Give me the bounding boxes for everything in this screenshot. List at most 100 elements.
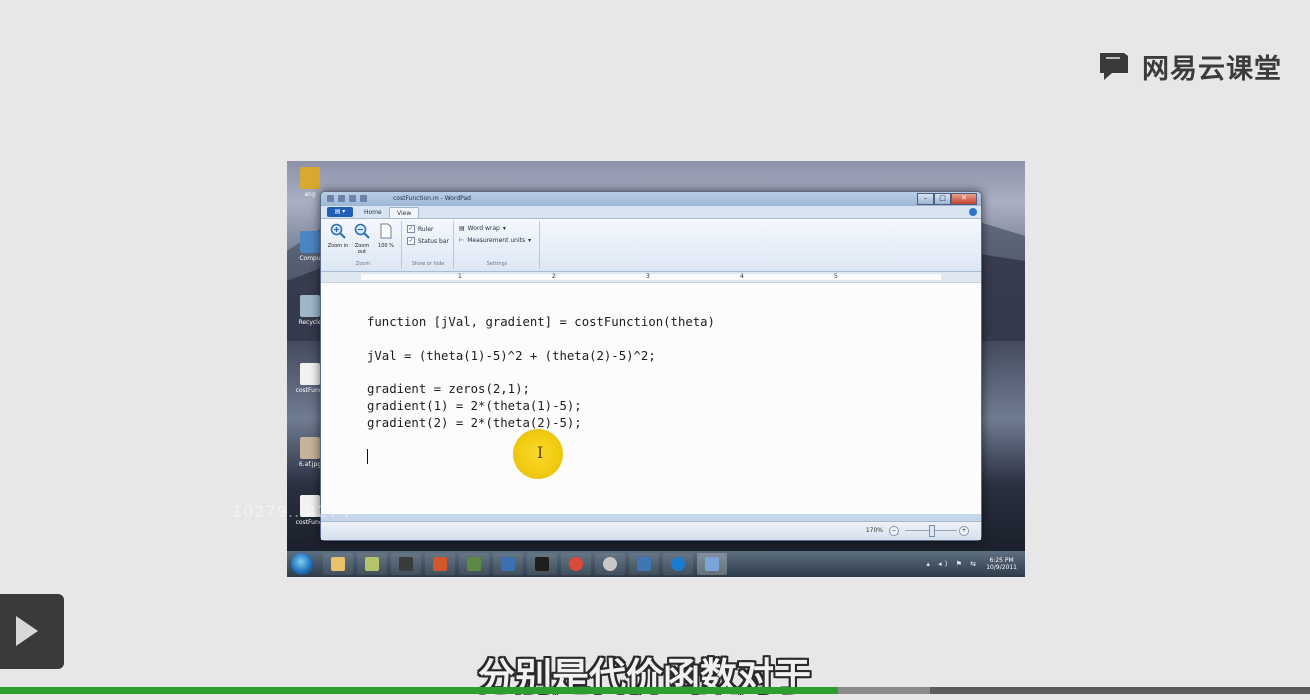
tab-home[interactable]: Home	[357, 207, 389, 218]
notes-icon	[365, 557, 379, 571]
measurement-units-dropdown[interactable]: ⊢ Measurement units ▾	[459, 237, 531, 244]
taskbar-powerpoint[interactable]	[425, 553, 455, 575]
video-progress-bar[interactable]	[0, 687, 1310, 694]
redo-icon[interactable]	[360, 195, 367, 202]
word-wrap-icon: ▤	[459, 225, 465, 232]
ribbon-tabs: ▤ ▾ Home View	[321, 206, 981, 219]
document-icon	[300, 363, 320, 385]
taskbar-chrome[interactable]	[561, 553, 591, 575]
code-line: function [jVal, gradient] = costFunction…	[367, 315, 715, 329]
checkmark-icon: ✓	[407, 237, 415, 245]
wordpad-window: costFunction.m - WordPad – □ ✕ ▤ ▾ Home …	[320, 191, 982, 541]
chat-bubble-icon	[1098, 51, 1132, 81]
recycle-bin-icon	[300, 295, 320, 317]
chevron-down-icon: ▾	[502, 225, 506, 232]
settings-group: ▤ Word wrap ▾ ⊢ Measurement units ▾ Sett…	[455, 221, 540, 269]
code-line: gradient(1) = 2*(theta(1)-5);	[367, 399, 582, 413]
powerpoint-icon	[433, 557, 447, 571]
network-icon	[501, 557, 515, 571]
ribbon: Zoom in Zoom out 100 % Zoom ✓ Ruler ✓ St…	[321, 218, 981, 272]
taskbar-explorer[interactable]	[323, 553, 353, 575]
clock-date: 10/9/2011	[986, 564, 1017, 571]
printer-icon	[535, 557, 549, 571]
wordpad-icon	[705, 557, 719, 571]
zoom-out-button[interactable]: Zoom out	[351, 223, 373, 255]
status-bar-checkbox[interactable]: ✓ Status bar	[407, 237, 449, 245]
zoom-out-icon	[354, 223, 370, 239]
chrome-icon	[569, 557, 583, 571]
taskbar-app-6[interactable]	[493, 553, 523, 575]
zoom-in-status-button[interactable]: +	[959, 526, 969, 536]
ruler-number: 2	[552, 273, 556, 280]
chevron-down-icon: ▾	[528, 237, 532, 244]
terminal-icon	[399, 557, 413, 571]
ruler-icon: ⊢	[459, 237, 465, 244]
zoom-slider-thumb[interactable]	[929, 525, 935, 537]
computer-icon	[300, 231, 320, 253]
taskbar-python[interactable]	[629, 553, 659, 575]
ruler-number: 1	[458, 273, 462, 280]
taskbar-app-7[interactable]	[527, 553, 557, 575]
page-icon	[380, 223, 392, 239]
zoom-100-button[interactable]: 100 %	[375, 223, 397, 249]
start-button[interactable]	[291, 553, 313, 575]
video-player[interactable]: ang Compu Recycle costFunct 6.af.jpg cos…	[287, 161, 1025, 577]
checkmark-icon: ✓	[407, 225, 415, 233]
code-line: jVal = (theta(1)-5)^2 + (theta(2)-5)^2;	[367, 349, 656, 363]
taskbar-app-11[interactable]	[663, 553, 693, 575]
app-menu-icon[interactable]	[327, 195, 334, 202]
window-controls: – □ ✕	[917, 193, 977, 205]
play-icon	[16, 616, 38, 646]
ruler-checkbox[interactable]: ✓ Ruler	[407, 225, 434, 233]
ruler-band	[361, 274, 941, 280]
undo-icon[interactable]	[349, 195, 356, 202]
show-hide-group: ✓ Ruler ✓ Status bar Show or hide	[403, 221, 454, 269]
python-icon	[637, 557, 651, 571]
quick-access-toolbar	[327, 195, 367, 202]
clock-time: 6:25 PM	[989, 557, 1014, 564]
zoom-out-status-button[interactable]: −	[889, 526, 899, 536]
user-id-watermark: 10279...4274	[232, 502, 351, 521]
clock[interactable]: 6:25 PM 10/9/2011	[986, 557, 1017, 571]
zoom-group-label: Zoom	[355, 261, 371, 267]
show-hide-group-label: Show or hide	[411, 261, 445, 267]
taskbar-app-3[interactable]	[391, 553, 421, 575]
taskbar: ▴ ◂) ⚑ ⇆ 6:25 PM 10/9/2011	[287, 551, 1025, 577]
folder-icon	[300, 167, 320, 189]
zoom-level: 170%	[865, 527, 883, 534]
document-area[interactable]: function [jVal, gradient] = costFunction…	[321, 282, 981, 514]
ibeam-cursor-icon: I	[537, 443, 544, 462]
play-button[interactable]	[0, 594, 64, 669]
word-wrap-dropdown[interactable]: ▤ Word wrap ▾	[459, 225, 506, 232]
ruler-number: 5	[834, 273, 838, 280]
app-icon	[671, 557, 685, 571]
zoom-in-button[interactable]: Zoom in	[327, 223, 349, 249]
system-tray-icons[interactable]: ▴ ◂) ⚑ ⇆	[926, 560, 979, 568]
close-button[interactable]: ✕	[951, 193, 977, 205]
window-titlebar[interactable]: costFunction.m - WordPad – □ ✕	[321, 192, 981, 206]
code-line: gradient = zeros(2,1);	[367, 382, 530, 396]
taskbar-wordpad[interactable]	[697, 553, 727, 575]
zoom-group: Zoom in Zoom out 100 % Zoom	[325, 221, 402, 269]
image-file-icon	[300, 437, 320, 459]
save-icon[interactable]	[338, 195, 345, 202]
taskbar-app-2[interactable]	[357, 553, 387, 575]
file-menu-button[interactable]: ▤ ▾	[327, 207, 353, 217]
taskbar-app-5[interactable]	[459, 553, 489, 575]
minimize-button[interactable]: –	[917, 193, 934, 205]
brand-logo: 网易云课堂	[1098, 48, 1282, 85]
text-caret	[367, 449, 368, 464]
folder-icon	[331, 557, 345, 571]
status-bar: 170% − +	[321, 521, 981, 540]
maximize-button[interactable]: □	[934, 193, 951, 205]
ruler-number: 3	[646, 273, 650, 280]
brand-name: 网易云课堂	[1142, 53, 1282, 85]
window-title: costFunction.m - WordPad	[393, 195, 471, 202]
disc-icon	[603, 557, 617, 571]
zoom-in-icon	[330, 223, 346, 239]
code-line: gradient(2) = 2*(theta(2)-5);	[367, 416, 582, 430]
ruler-number: 4	[740, 273, 744, 280]
taskbar-app-9[interactable]	[595, 553, 625, 575]
help-icon[interactable]	[969, 208, 977, 216]
app-icon	[467, 557, 481, 571]
